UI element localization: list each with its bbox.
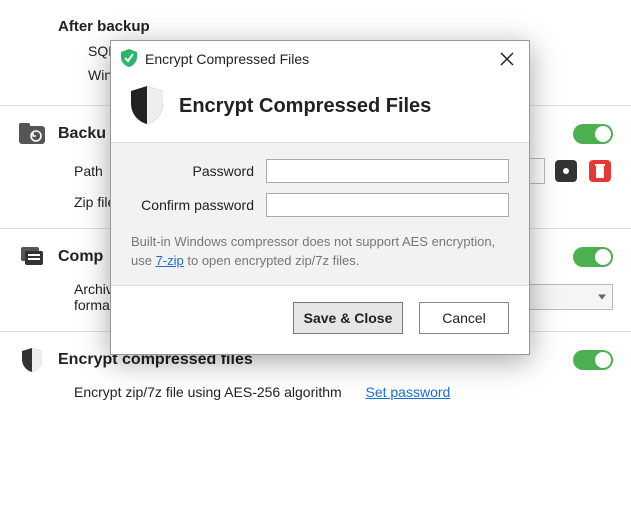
after-backup-heading: After backup xyxy=(18,8,613,39)
dialog-body: Password Confirm password Built-in Windo… xyxy=(111,142,529,286)
encrypt-dialog: Encrypt Compressed Files Encrypt Compres… xyxy=(110,40,530,355)
compress-toggle[interactable] xyxy=(573,247,613,267)
close-icon[interactable] xyxy=(495,47,519,71)
dialog-window-title: Encrypt Compressed Files xyxy=(145,51,495,67)
compress-icon xyxy=(18,243,46,271)
confirm-password-input[interactable] xyxy=(266,193,509,217)
dialog-actions: Save & Close Cancel xyxy=(111,286,529,354)
folder-restore-icon xyxy=(18,120,46,148)
password-label: Password xyxy=(131,163,266,179)
dialog-titlebar: Encrypt Compressed Files xyxy=(111,41,529,77)
shield-icon xyxy=(18,346,46,374)
cancel-button[interactable]: Cancel xyxy=(419,302,509,334)
dialog-hint: Built-in Windows compressor does not sup… xyxy=(131,227,509,271)
set-password-link[interactable]: Set password xyxy=(365,384,450,400)
dialog-heading: Encrypt Compressed Files xyxy=(179,95,431,118)
delete-path-button[interactable] xyxy=(587,158,613,184)
path-extra-button[interactable] xyxy=(553,158,579,184)
encrypt-toggle[interactable] xyxy=(573,350,613,370)
confirm-password-label: Confirm password xyxy=(131,197,266,213)
sevenzip-link[interactable]: 7-zip xyxy=(156,253,184,268)
shield-large-icon xyxy=(129,85,165,128)
shield-small-icon xyxy=(121,49,137,70)
path-label: Path xyxy=(74,163,103,179)
save-close-button[interactable]: Save & Close xyxy=(293,302,403,334)
dialog-header: Encrypt Compressed Files xyxy=(111,77,529,142)
hint-text-b: to open encrypted zip/7z files. xyxy=(184,253,360,268)
encrypt-desc: Encrypt zip/7z file using AES-256 algori… xyxy=(74,384,342,400)
backup-toggle[interactable] xyxy=(573,124,613,144)
password-input[interactable] xyxy=(266,159,509,183)
